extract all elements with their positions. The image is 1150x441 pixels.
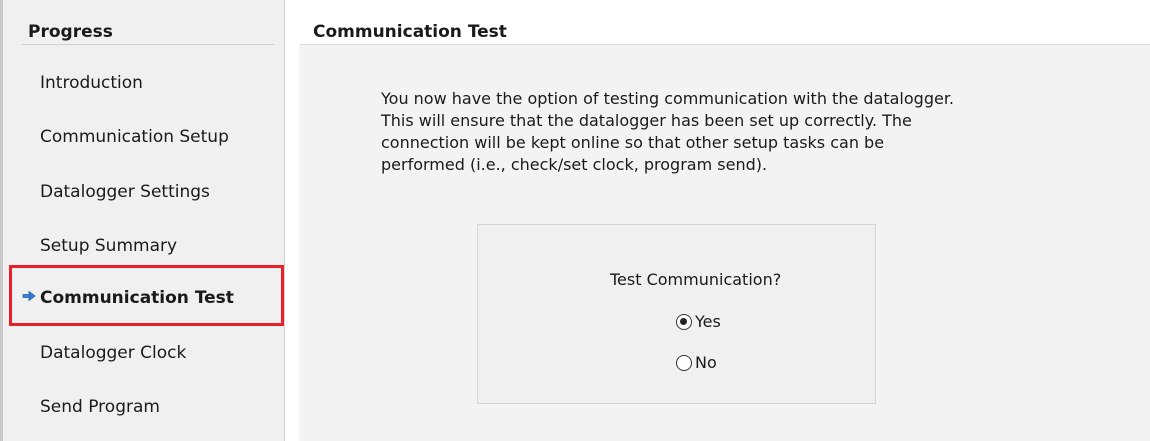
radio-yes-option[interactable]: Yes [676, 312, 721, 331]
step-label: Send Program [40, 397, 160, 417]
progress-divider [22, 44, 274, 45]
step-datalogger-clock[interactable]: Datalogger Clock [40, 343, 186, 363]
step-label: Datalogger Settings [40, 182, 210, 202]
page-title: Communication Test [313, 22, 507, 42]
title-divider [300, 44, 1150, 45]
radio-no[interactable] [676, 354, 692, 371]
radio-no-option[interactable]: No [676, 353, 717, 372]
radio-no-label: No [695, 353, 717, 372]
sidebar-border [0, 0, 3, 441]
step-datalogger-settings[interactable]: Datalogger Settings [40, 182, 210, 202]
current-step-highlight [9, 265, 284, 326]
step-label: Communication Setup [40, 127, 229, 147]
step-label: Introduction [40, 73, 143, 93]
progress-title: Progress [28, 22, 113, 42]
radio-yes[interactable] [676, 313, 692, 330]
step-label: Setup Summary [40, 236, 178, 256]
step-introduction[interactable]: Introduction [40, 73, 143, 93]
progress-sidebar: Progress Introduction Communication Setu… [0, 0, 285, 441]
step-label: Datalogger Clock [40, 343, 187, 363]
step-communication-setup[interactable]: Communication Setup [40, 127, 229, 147]
test-question-label: Test Communication? [610, 270, 782, 289]
step-setup-summary[interactable]: Setup Summary [40, 236, 177, 256]
step-send-program[interactable]: Send Program [40, 397, 160, 417]
description-text: You now have the option of testing commu… [381, 89, 955, 174]
radio-yes-label: Yes [695, 312, 721, 331]
